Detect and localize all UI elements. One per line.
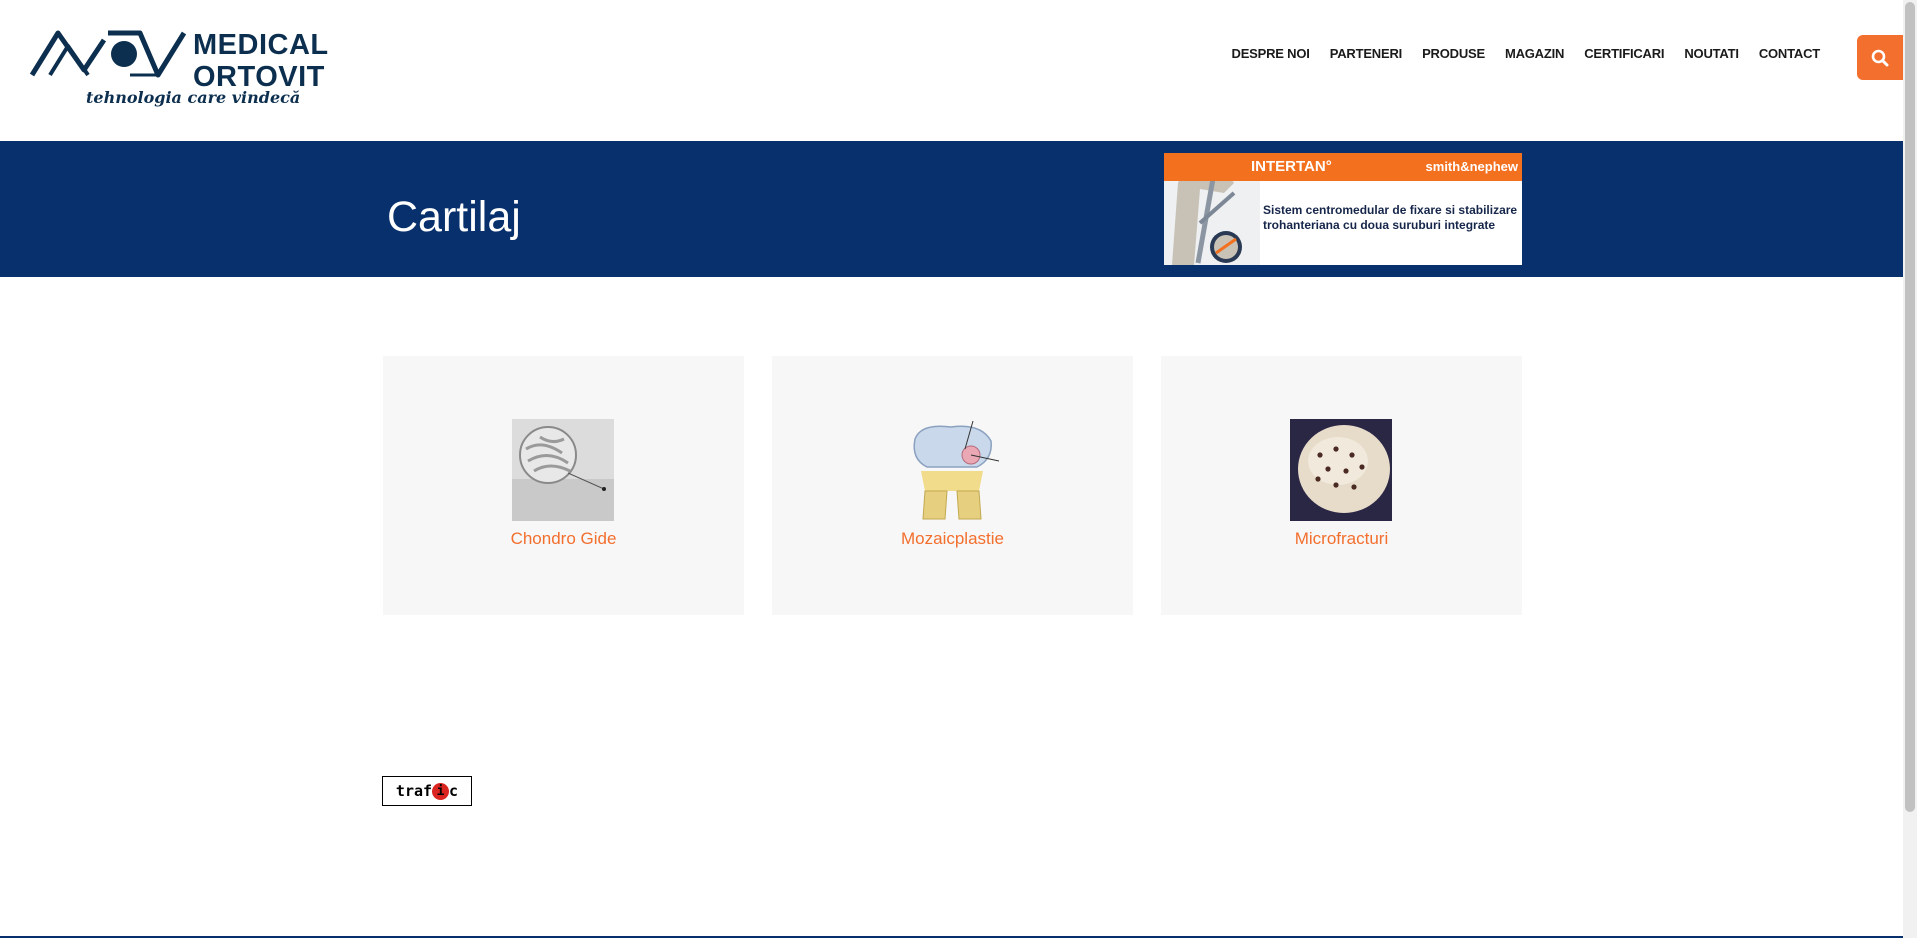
- scrollbar-thumb[interactable]: [1905, 2, 1915, 812]
- mozaicplastie-thumbnail: [901, 419, 1003, 521]
- product-card-microfracturi[interactable]: Microfracturi: [1161, 356, 1522, 615]
- page-banner: Cartilaj INTERTAN° smith&nephew Sistem c…: [0, 141, 1903, 277]
- ad-description-line1: Sistem centromedular de fixare si stabil…: [1263, 203, 1518, 217]
- nav-magazin[interactable]: MAGAZIN: [1495, 46, 1574, 61]
- card-label[interactable]: Chondro Gide: [383, 529, 744, 549]
- intertan-ad[interactable]: INTERTAN° smith&nephew Sistem centromedu…: [1164, 153, 1522, 265]
- search-icon: [1871, 49, 1889, 66]
- nav-noutati[interactable]: NOUTATI: [1674, 46, 1748, 61]
- page-title: Cartilaj: [387, 193, 521, 241]
- card-label[interactable]: Mozaicplastie: [772, 529, 1133, 549]
- ad-brand: INTERTAN°: [1251, 158, 1332, 175]
- counter-text-pre: traf: [395, 782, 433, 800]
- microfracturi-thumbnail: [1290, 419, 1392, 521]
- counter-text-post: c: [449, 782, 459, 800]
- logo-tagline: tehnologia care vindecă: [86, 88, 301, 107]
- nav-parteneri[interactable]: PARTENERI: [1320, 46, 1412, 61]
- product-card-chondro-gide[interactable]: Chondro Gide: [383, 356, 744, 615]
- nav-contact[interactable]: CONTACT: [1749, 46, 1830, 61]
- card-label[interactable]: Microfracturi: [1161, 529, 1522, 549]
- main-nav: DESPRE NOI PARTENERI PRODUSE MAGAZIN CER…: [1222, 46, 1830, 61]
- mv-logo-icon: [29, 30, 187, 78]
- counter-text-i: i: [432, 782, 450, 800]
- search-button[interactable]: [1857, 35, 1903, 80]
- ad-description-line2: trohanteriana cu doua suruburi integrate: [1263, 218, 1496, 232]
- chondro-gide-thumbnail: [512, 419, 614, 521]
- trafic-counter-badge[interactable]: traf i c: [382, 776, 472, 806]
- site-header: MEDICAL ORTOVIT tehnologia care vindecă …: [0, 0, 1903, 141]
- ad-partner: smith&nephew: [1425, 159, 1518, 174]
- vertical-scrollbar[interactable]: [1903, 0, 1917, 938]
- nav-certificari[interactable]: CERTIFICARI: [1574, 46, 1674, 61]
- logo-word-medical: MEDICAL: [193, 29, 329, 61]
- site-logo[interactable]: MEDICAL ORTOVIT tehnologia care vindecă: [28, 26, 338, 116]
- product-card-mozaicplastie[interactable]: Mozaicplastie: [772, 356, 1133, 615]
- nav-despre-noi[interactable]: DESPRE NOI: [1222, 46, 1320, 61]
- nav-produse[interactable]: PRODUSE: [1412, 46, 1495, 61]
